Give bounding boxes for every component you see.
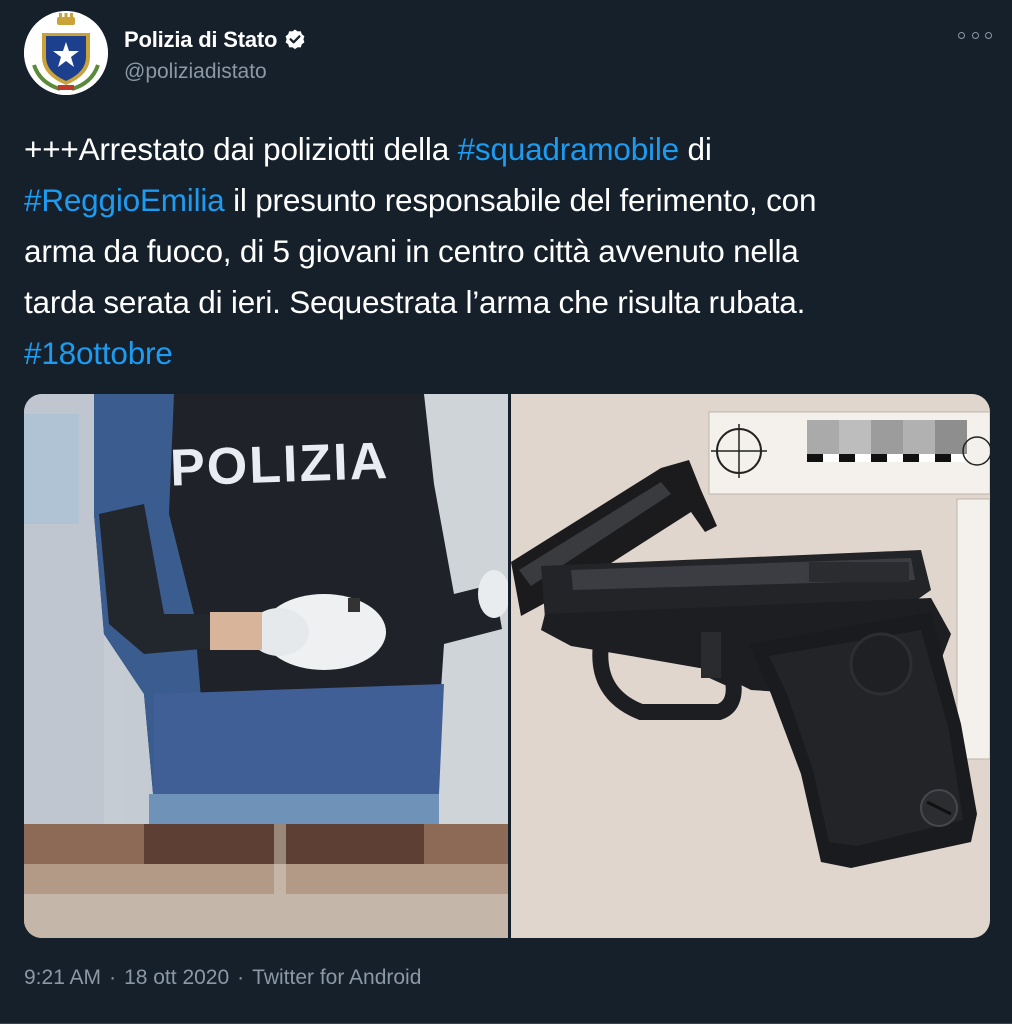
tweet-date[interactable]: 18 ott 2020 [124,966,229,990]
tweet-text-segment: tarda serata di ieri. Sequestrata l’arma… [24,284,806,320]
media-photo-pistol[interactable] [511,394,990,938]
tweet-text-line: #ReggioEmilia il presunto responsabile d… [24,175,999,226]
display-name[interactable]: Polizia di Stato [124,27,277,53]
tweet-meta: 9:21 AM · 18 ott 2020 · Twitter for Andr… [24,966,421,990]
tweet-text-segment: il presunto responsabile del ferimento, … [224,182,817,218]
author-name-row[interactable]: Polizia di Stato [124,26,307,54]
hashtag-link[interactable]: #ReggioEmilia [24,182,225,218]
hashtag-link[interactable]: #squadramobile [458,131,680,167]
media-photo-officer[interactable]: POLIZIA [24,394,508,938]
tweet-text-line: tarda serata di ieri. Sequestrata l’arma… [24,277,999,328]
officer-photo: POLIZIA [24,394,508,938]
more-dot [958,31,965,39]
tweet-text: +++Arrestato dai poliziotti della #squad… [24,124,999,379]
media-grid[interactable]: POLIZIA [24,394,990,938]
polizia-lettering: POLIZIA [169,432,390,498]
meta-separator: · [237,966,245,989]
police-emblem-icon [24,11,108,95]
tweet-text-line: #18ottobre [24,328,999,379]
tweet-time[interactable]: 9:21 AM [24,966,101,990]
tweet-text-segment: di [678,131,712,167]
tweet-text-segment: arma da fuoco, di 5 giovani in centro ci… [24,233,799,269]
more-options-icon[interactable] [958,24,992,46]
verified-badge-icon [283,28,307,52]
avatar[interactable] [24,11,108,95]
more-dot [971,31,979,39]
tweet-text-segment: +++Arrestato dai poliziotti della [24,131,458,167]
more-dot [985,31,992,39]
hashtag-link[interactable]: #18ottobre [24,335,173,371]
tweet-source[interactable]: Twitter for Android [252,966,421,990]
meta-separator: · [109,966,117,989]
tweet-text-line: arma da fuoco, di 5 giovani in centro ci… [24,226,999,277]
tweet-text-line: +++Arrestato dai poliziotti della #squad… [24,124,999,175]
author-handle[interactable]: @poliziadistato [124,60,267,84]
pistol-photo [511,394,990,938]
